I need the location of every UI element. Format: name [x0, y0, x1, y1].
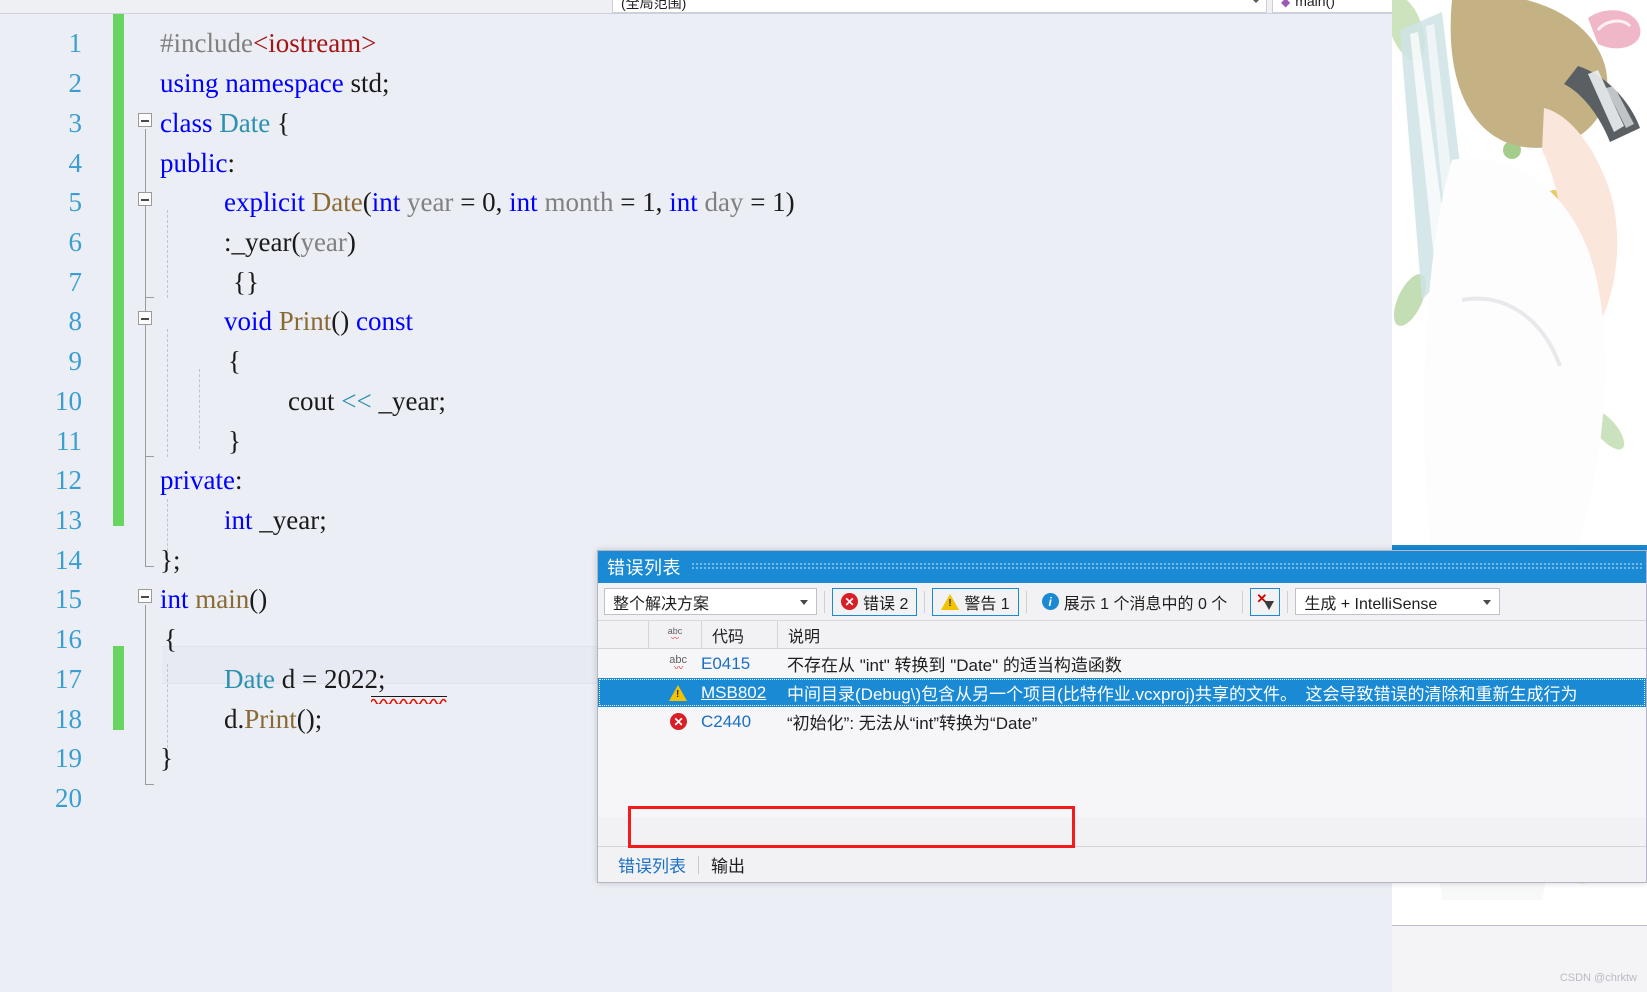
- code-line-14: };: [160, 545, 181, 575]
- spellcheck-icon: abc 〰: [667, 625, 683, 643]
- window-drag-grip[interactable]: [691, 562, 1642, 571]
- messages-toggle-label: 展示 1 个消息中的 0 个: [1063, 595, 1228, 613]
- watermark-label: CSDN @chrktw: [1559, 972, 1637, 984]
- funnel-icon: [1264, 600, 1275, 610]
- build-filter-label: 生成 + IntelliSense: [1304, 595, 1438, 613]
- tab-error-list[interactable]: 错误列表: [606, 847, 698, 883]
- tool-window-tabs[interactable]: 错误列表 输出: [598, 846, 1646, 882]
- error-icon: ✕: [598, 713, 701, 730]
- member-dropdown-label: main(): [1295, 0, 1335, 9]
- code-line-17: Date d = 2022;: [224, 664, 386, 694]
- column-header-blank[interactable]: [598, 621, 648, 649]
- error-list-toolbar[interactable]: 整个解决方案 ✕ 错误 2 警告 1 i 展示 1 个消息中的 0 个 ✕: [598, 583, 1646, 621]
- intellisense-icon: abc 〰: [669, 653, 687, 673]
- code-line-11: }: [228, 426, 241, 456]
- code-line-12: private:: [160, 465, 243, 495]
- code-line-2: using namespace std;: [160, 68, 390, 98]
- toolbar-separator: [1287, 590, 1289, 613]
- column-header-code[interactable]: 代码: [701, 620, 777, 649]
- code-line-15: int main(): [160, 584, 268, 614]
- scope-filter-dropdown[interactable]: 整个解决方案: [604, 588, 817, 615]
- error-icon: ✕: [841, 593, 858, 610]
- toolbar-separator: [1025, 590, 1027, 613]
- method-icon: ◆: [1281, 0, 1291, 9]
- code-line-6: :_year(year): [224, 227, 356, 257]
- errors-toggle-button[interactable]: ✕ 错误 2: [832, 587, 918, 616]
- code-line-10: cout << _year;: [288, 386, 446, 416]
- errors-toggle-label: 错误 2: [863, 595, 909, 613]
- table-row[interactable]: MSB802 中间目录(Debug\)包含从另一个项目(比特作业.vcxproj…: [598, 678, 1646, 707]
- code-line-16: {: [164, 624, 177, 654]
- error-squiggle-icon: [371, 697, 449, 704]
- scope-dropdown-label: (全局范围): [621, 0, 687, 11]
- error-code[interactable]: C2440: [701, 712, 777, 732]
- warnings-toggle-button[interactable]: 警告 1: [932, 587, 1019, 616]
- chevron-down-icon: [1483, 600, 1492, 605]
- code-line-7: {}: [233, 267, 259, 297]
- error-list-titlebar[interactable]: 错误列表: [598, 551, 1646, 583]
- warning-icon: [598, 684, 701, 701]
- toolbar-separator: [924, 590, 926, 613]
- error-description: “初始化”: 无法从“int”转换为“Date”: [787, 714, 1038, 733]
- toolbar-separator: [1242, 590, 1244, 613]
- clear-filter-button[interactable]: ✕: [1250, 587, 1281, 616]
- info-icon: i: [1041, 593, 1059, 610]
- error-list-title: 错误列表: [607, 558, 681, 578]
- table-row[interactable]: abc 〰 E0415 不存在从 "int" 转换到 "Date" 的适当构造函数: [598, 649, 1646, 678]
- code-line-8: void Print() const: [224, 306, 414, 336]
- column-header-severity[interactable]: abc 〰: [648, 620, 701, 649]
- code-line-18: d.Print();: [224, 704, 323, 734]
- code-line-13: int _year;: [224, 505, 327, 535]
- error-grid-body[interactable]: abc 〰 E0415 不存在从 "int" 转换到 "Date" 的适当构造函数…: [598, 649, 1646, 848]
- status-strip: CSDN @chrktw: [1392, 925, 1647, 992]
- table-row[interactable]: ✕ C2440 “初始化”: 无法从“int”转换为“Date”: [598, 707, 1646, 736]
- code-line-19: }: [160, 743, 173, 773]
- code-line-3: class Date {: [160, 108, 290, 138]
- error-description: 中间目录(Debug\)包含从另一个项目(比特作业.vcxproj)共享的文件。…: [787, 685, 1578, 704]
- warnings-toggle-label: 警告 1: [964, 595, 1010, 613]
- error-list-window[interactable]: 错误列表 整个解决方案 ✕ 错误 2 警告 1 i 展示 1 个消息中的 0 个: [597, 550, 1647, 883]
- column-header-description[interactable]: 说明: [777, 620, 1646, 649]
- warning-icon: [941, 593, 960, 610]
- annotation-highlight-box: [628, 806, 1075, 848]
- chevron-down-icon: [1252, 0, 1260, 3]
- error-grid-header: abc 〰 代码 说明: [598, 620, 1646, 649]
- error-description: 不存在从 "int" 转换到 "Date" 的适当构造函数: [787, 656, 1122, 675]
- code-line-5: explicit Date(int year = 0, int month = …: [224, 187, 795, 217]
- scope-dropdown[interactable]: (全局范围): [612, 0, 1267, 13]
- tab-output[interactable]: 输出: [699, 847, 757, 883]
- toolbar-separator: [824, 590, 825, 613]
- code-line-1: #include<iostream>: [160, 28, 377, 58]
- error-code[interactable]: E0415: [701, 654, 777, 674]
- code-line-4: public:: [160, 148, 236, 178]
- messages-toggle-button[interactable]: i 展示 1 个消息中的 0 个: [1034, 588, 1236, 616]
- scope-filter-label: 整个解决方案: [613, 595, 710, 613]
- chevron-down-icon: [800, 600, 808, 605]
- build-filter-dropdown[interactable]: 生成 + IntelliSense: [1295, 588, 1501, 615]
- code-line-9: {: [228, 346, 241, 376]
- error-code[interactable]: MSB802: [701, 683, 777, 703]
